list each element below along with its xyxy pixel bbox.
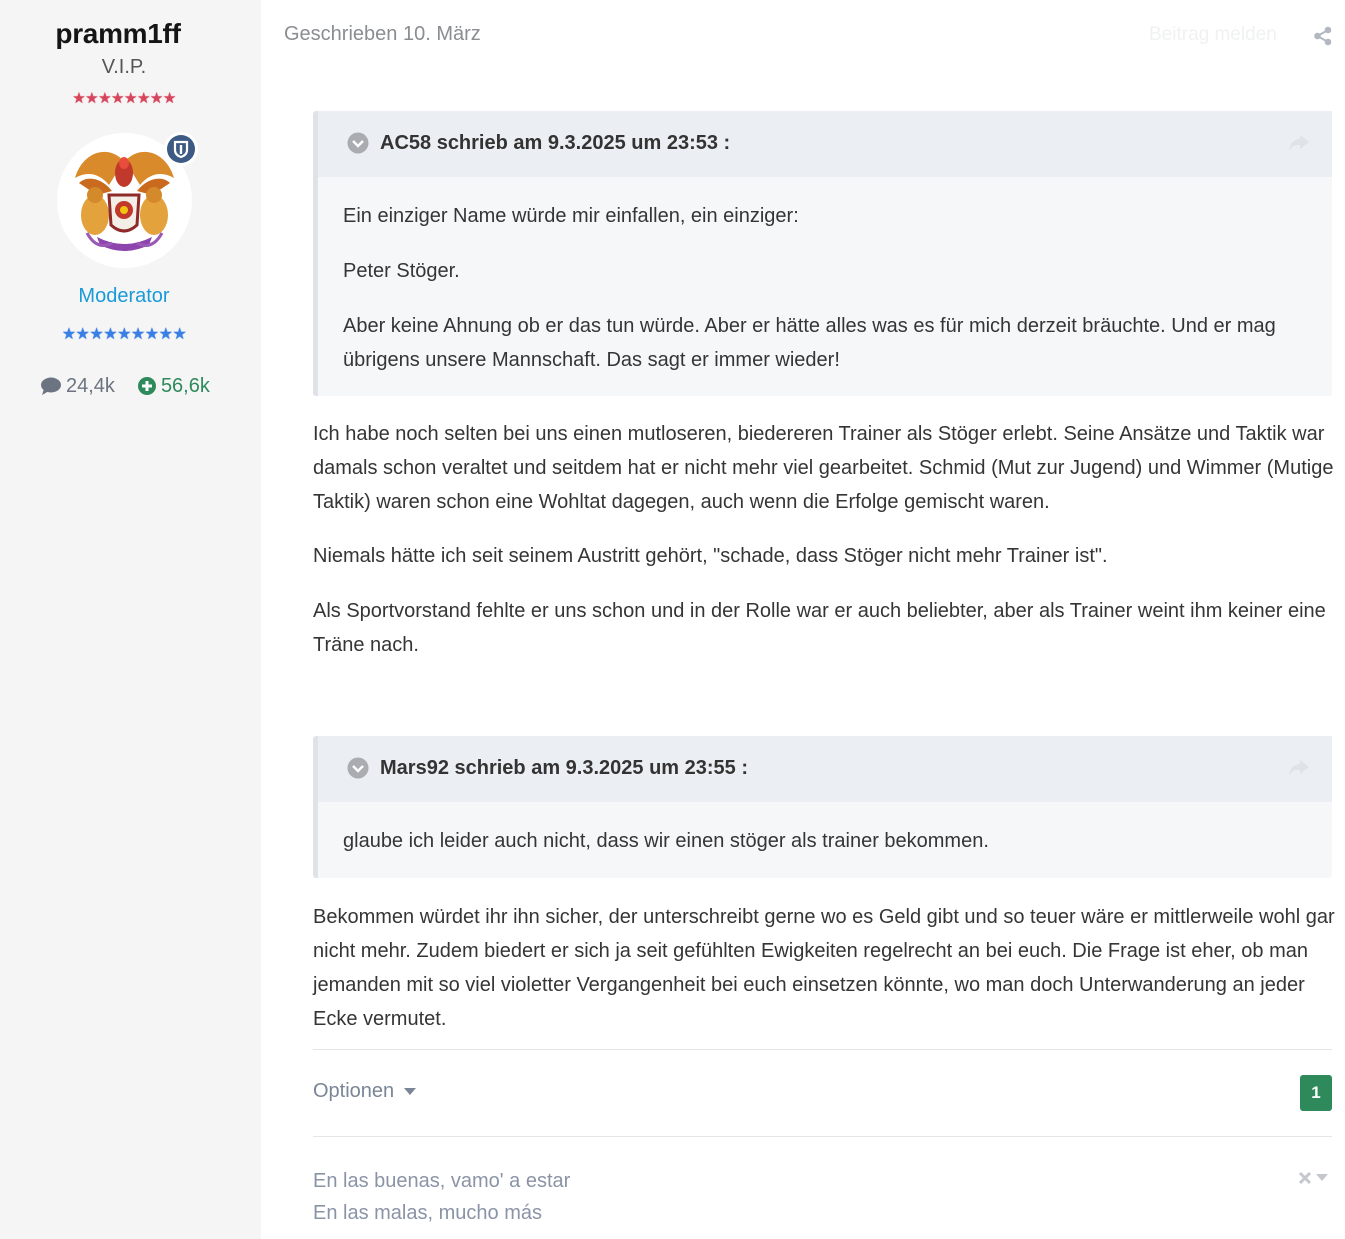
options-menu[interactable]: Optionen	[313, 1080, 417, 1103]
author-group[interactable]: Moderator	[0, 285, 248, 308]
post-paragraph: Bekommen würdet ihr ihn sicher, der unte…	[313, 906, 1335, 1030]
report-post-link[interactable]: Beitrag melden	[1149, 24, 1277, 46]
share-icon	[1314, 26, 1332, 46]
signature-line: En las malas, mucho más	[313, 1202, 542, 1224]
group-stars: ★★★★★★★★★	[61, 326, 187, 343]
signature-controls[interactable]	[1298, 1171, 1328, 1185]
rank-stars: ★★★★★★★★	[72, 90, 176, 107]
quote-share-icon[interactable]	[1288, 134, 1310, 152]
quote-share-icon[interactable]	[1288, 759, 1310, 777]
quote-paragraph: Ein einziger Name würde mir einfallen, e…	[343, 205, 799, 227]
reputation-count[interactable]: 56,6k	[137, 375, 210, 398]
post-date[interactable]: Geschrieben 10. März	[284, 23, 481, 46]
divider	[313, 1049, 1332, 1050]
posts-count[interactable]: 24,4k	[40, 375, 115, 398]
moderator-badge	[164, 132, 198, 166]
quote-paragraph: Aber keine Ahnung ob er das tun würde. A…	[343, 315, 1276, 371]
author-rank: V.I.P.	[101, 56, 147, 78]
reaction-count-badge[interactable]: 1	[1300, 1075, 1332, 1111]
quote-block-1: AC58 schrieb am 9.3.2025 um 23:53 : Ein …	[313, 111, 1332, 396]
quote-citation-2: Mars92 schrieb am 9.3.2025 um 23:55 :	[318, 736, 1332, 802]
chevron-circle-icon[interactable]	[347, 757, 369, 779]
close-icon[interactable]	[1298, 1171, 1312, 1185]
divider	[313, 1136, 1332, 1137]
quote-citation-1: AC58 schrieb am 9.3.2025 um 23:53 :	[318, 111, 1332, 177]
post-paragraph: Ich habe noch selten bei uns einen mutlo…	[313, 423, 1334, 513]
shield-badge-icon	[173, 140, 189, 159]
quote-citation-text[interactable]: Mars92 schrieb am 9.3.2025 um 23:55 :	[380, 757, 748, 780]
chevron-circle-icon[interactable]	[347, 132, 369, 154]
quote-paragraph: Peter Stöger.	[343, 260, 460, 282]
caret-down-icon[interactable]	[1316, 1174, 1328, 1182]
comment-icon	[41, 377, 61, 395]
plus-circle-icon	[137, 377, 156, 395]
share-post-button[interactable]	[1313, 26, 1333, 51]
reputation-value: 56,6k	[160, 374, 210, 397]
author-sidebar: pramm1ff V.I.P. ★★★★★★★★ Moderator ★★★★★…	[0, 0, 261, 1239]
post-paragraph: Als Sportvorstand fehlte er uns schon un…	[313, 600, 1326, 656]
quote-citation-text[interactable]: AC58 schrieb am 9.3.2025 um 23:53 :	[380, 132, 730, 155]
quote-block-2: Mars92 schrieb am 9.3.2025 um 23:55 : gl…	[313, 736, 1332, 878]
caret-down-icon	[404, 1087, 417, 1095]
post-paragraph: Niemals hätte ich seit seinem Austritt g…	[313, 545, 1108, 567]
author-stats: 24,4k 56,6k	[40, 373, 232, 399]
author-username[interactable]: pramm1ff	[0, 18, 236, 50]
quote-content-1: Ein einziger Name würde mir einfallen, e…	[318, 177, 1332, 377]
posts-count-value: 24,4k	[66, 374, 115, 397]
quote-content-2: glaube ich leider auch nicht, dass wir e…	[318, 802, 1332, 858]
signature-line: En las buenas, vamo' a estar	[313, 1170, 571, 1192]
options-label: Optionen	[313, 1080, 395, 1102]
quote-paragraph: glaube ich leider auch nicht, dass wir e…	[343, 830, 989, 852]
